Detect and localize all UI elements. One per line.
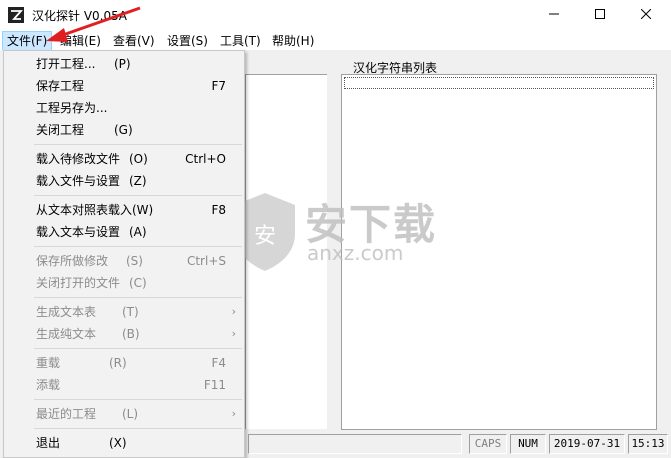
app-logo-icon[interactable] <box>8 7 24 23</box>
menu-close-project[interactable]: 关闭工程 (G) <box>4 119 244 141</box>
svg-text:安: 安 <box>254 224 276 249</box>
menu-generate-text-table: 生成文本表 (T) › <box>4 301 244 323</box>
caps-indicator: CAPS <box>469 434 507 454</box>
menu-append-load: 添载 F11 <box>4 374 244 396</box>
menu-item-accel: (Z) <box>129 174 147 188</box>
menu-item-shortcut: Ctrl+S <box>186 254 226 268</box>
submenu-arrow-icon: › <box>231 327 236 340</box>
menu-separator <box>34 246 242 247</box>
menu-item-label: 生成纯文本 <box>36 327 97 341</box>
menu-item-label: 关闭工程 <box>36 123 85 137</box>
window-title: 汉化探针 V0.05A <box>32 9 127 23</box>
menu-separator <box>34 297 242 298</box>
menu-open-project[interactable]: 打开工程... (P) <box>4 53 244 75</box>
menu-item-label: 载入文件与设置 <box>36 174 121 188</box>
menu-reload: 重载 (R) F4 <box>4 352 244 374</box>
menu-save-project-as[interactable]: 工程另存为... <box>4 97 244 119</box>
menu-item-label: 关闭打开的文件 <box>36 276 121 290</box>
menu-view[interactable]: 查看(V) <box>109 32 159 50</box>
menu-item-label: 生成文本表 <box>36 305 97 319</box>
menu-item-accel: (C) <box>129 276 147 290</box>
menu-edit[interactable]: 编辑(E) <box>56 32 105 50</box>
menu-item-accel: (O) <box>129 152 148 166</box>
menu-separator <box>34 348 242 349</box>
maximize-icon <box>595 8 605 22</box>
menu-item-accel: (G) <box>114 123 133 137</box>
menu-recent-projects: 最近的工程 (L) › <box>4 403 244 425</box>
menu-item-label: 保存工程 <box>36 79 85 93</box>
menu-item-accel: (L) <box>122 407 139 421</box>
menu-settings[interactable]: 设置(S) <box>163 32 212 50</box>
watermark-domain: anxz.com <box>307 241 404 265</box>
status-message <box>248 434 462 454</box>
menu-separator <box>34 144 242 145</box>
title-bar: 汉化探针 V0.05A <box>0 0 671 30</box>
menu-item-label: 添载 <box>36 378 61 392</box>
close-icon <box>640 8 652 22</box>
menu-item-accel: (R) <box>109 356 127 370</box>
menu-item-label: 打开工程... <box>36 57 96 71</box>
menu-save-project[interactable]: 保存工程 F7 <box>4 75 244 97</box>
menu-item-accel: (X) <box>109 436 127 450</box>
menu-separator <box>34 428 242 429</box>
close-button[interactable] <box>623 0 669 30</box>
menu-separator <box>34 195 242 196</box>
status-date: 2019-07-31 <box>549 434 625 454</box>
menu-load-target-file[interactable]: 载入待修改文件 (O) Ctrl+O <box>4 148 244 170</box>
menu-item-accel: (T) <box>122 305 139 319</box>
menu-load-text-settings[interactable]: 载入文本与设置 (A) <box>4 221 244 243</box>
menu-item-label: 载入待修改文件 <box>36 152 121 166</box>
menu-item-accel: (S) <box>126 254 143 268</box>
menu-load-from-table[interactable]: 从文本对照表载入(W) F8 <box>4 199 244 221</box>
menu-item-accel: (A) <box>129 225 147 239</box>
menu-load-file-settings[interactable]: 载入文件与设置 (Z) <box>4 170 244 192</box>
file-menu-dropdown: 打开工程... (P) 保存工程 F7 工程另存为... 关闭工程 (G) 载入… <box>3 50 245 458</box>
menu-save-changes: 保存所做修改 (S) Ctrl+S <box>4 250 244 272</box>
menu-item-shortcut: F4 <box>211 356 226 370</box>
menu-exit[interactable]: 退出 (X) <box>4 432 244 454</box>
menu-help[interactable]: 帮助(H) <box>268 32 318 50</box>
menu-item-shortcut: Ctrl+O <box>185 152 226 166</box>
submenu-arrow-icon: › <box>231 407 236 420</box>
minimize-button[interactable] <box>531 0 577 30</box>
list-focus-row[interactable] <box>344 77 654 89</box>
menu-bar: 文件(F) 编辑(E) 查看(V) 设置(S) 工具(T) 帮助(H) <box>0 30 671 51</box>
menu-file[interactable]: 文件(F) <box>2 31 53 51</box>
maximize-button[interactable] <box>577 0 623 30</box>
menu-item-label: 最近的工程 <box>36 407 97 421</box>
num-indicator: NUM <box>510 434 546 454</box>
watermark: 安 安下载 anxz.com <box>225 183 445 273</box>
menu-tools[interactable]: 工具(T) <box>216 32 265 50</box>
submenu-arrow-icon: › <box>231 305 236 318</box>
menu-close-open-file: 关闭打开的文件 (C) <box>4 272 244 294</box>
status-time: 15:13 <box>628 434 668 454</box>
menu-generate-plain-text: 生成纯文本 (B) › <box>4 323 244 345</box>
menu-item-shortcut: F7 <box>211 79 226 93</box>
menu-item-shortcut: F8 <box>211 203 226 217</box>
menu-item-label: 载入文本与设置 <box>36 225 121 239</box>
minimize-icon <box>549 8 559 22</box>
menu-item-label: 从文本对照表载入(W) <box>36 203 154 217</box>
menu-item-label: 重载 <box>36 356 61 370</box>
menu-item-shortcut: F11 <box>203 378 226 392</box>
menu-separator <box>34 399 242 400</box>
menu-item-label: 保存所做修改 <box>36 254 109 268</box>
menu-item-label: 退出 <box>36 436 61 450</box>
menu-item-accel: (B) <box>122 327 140 341</box>
menu-item-accel: (P) <box>114 57 131 71</box>
menu-item-label: 工程另存为... <box>36 101 108 115</box>
